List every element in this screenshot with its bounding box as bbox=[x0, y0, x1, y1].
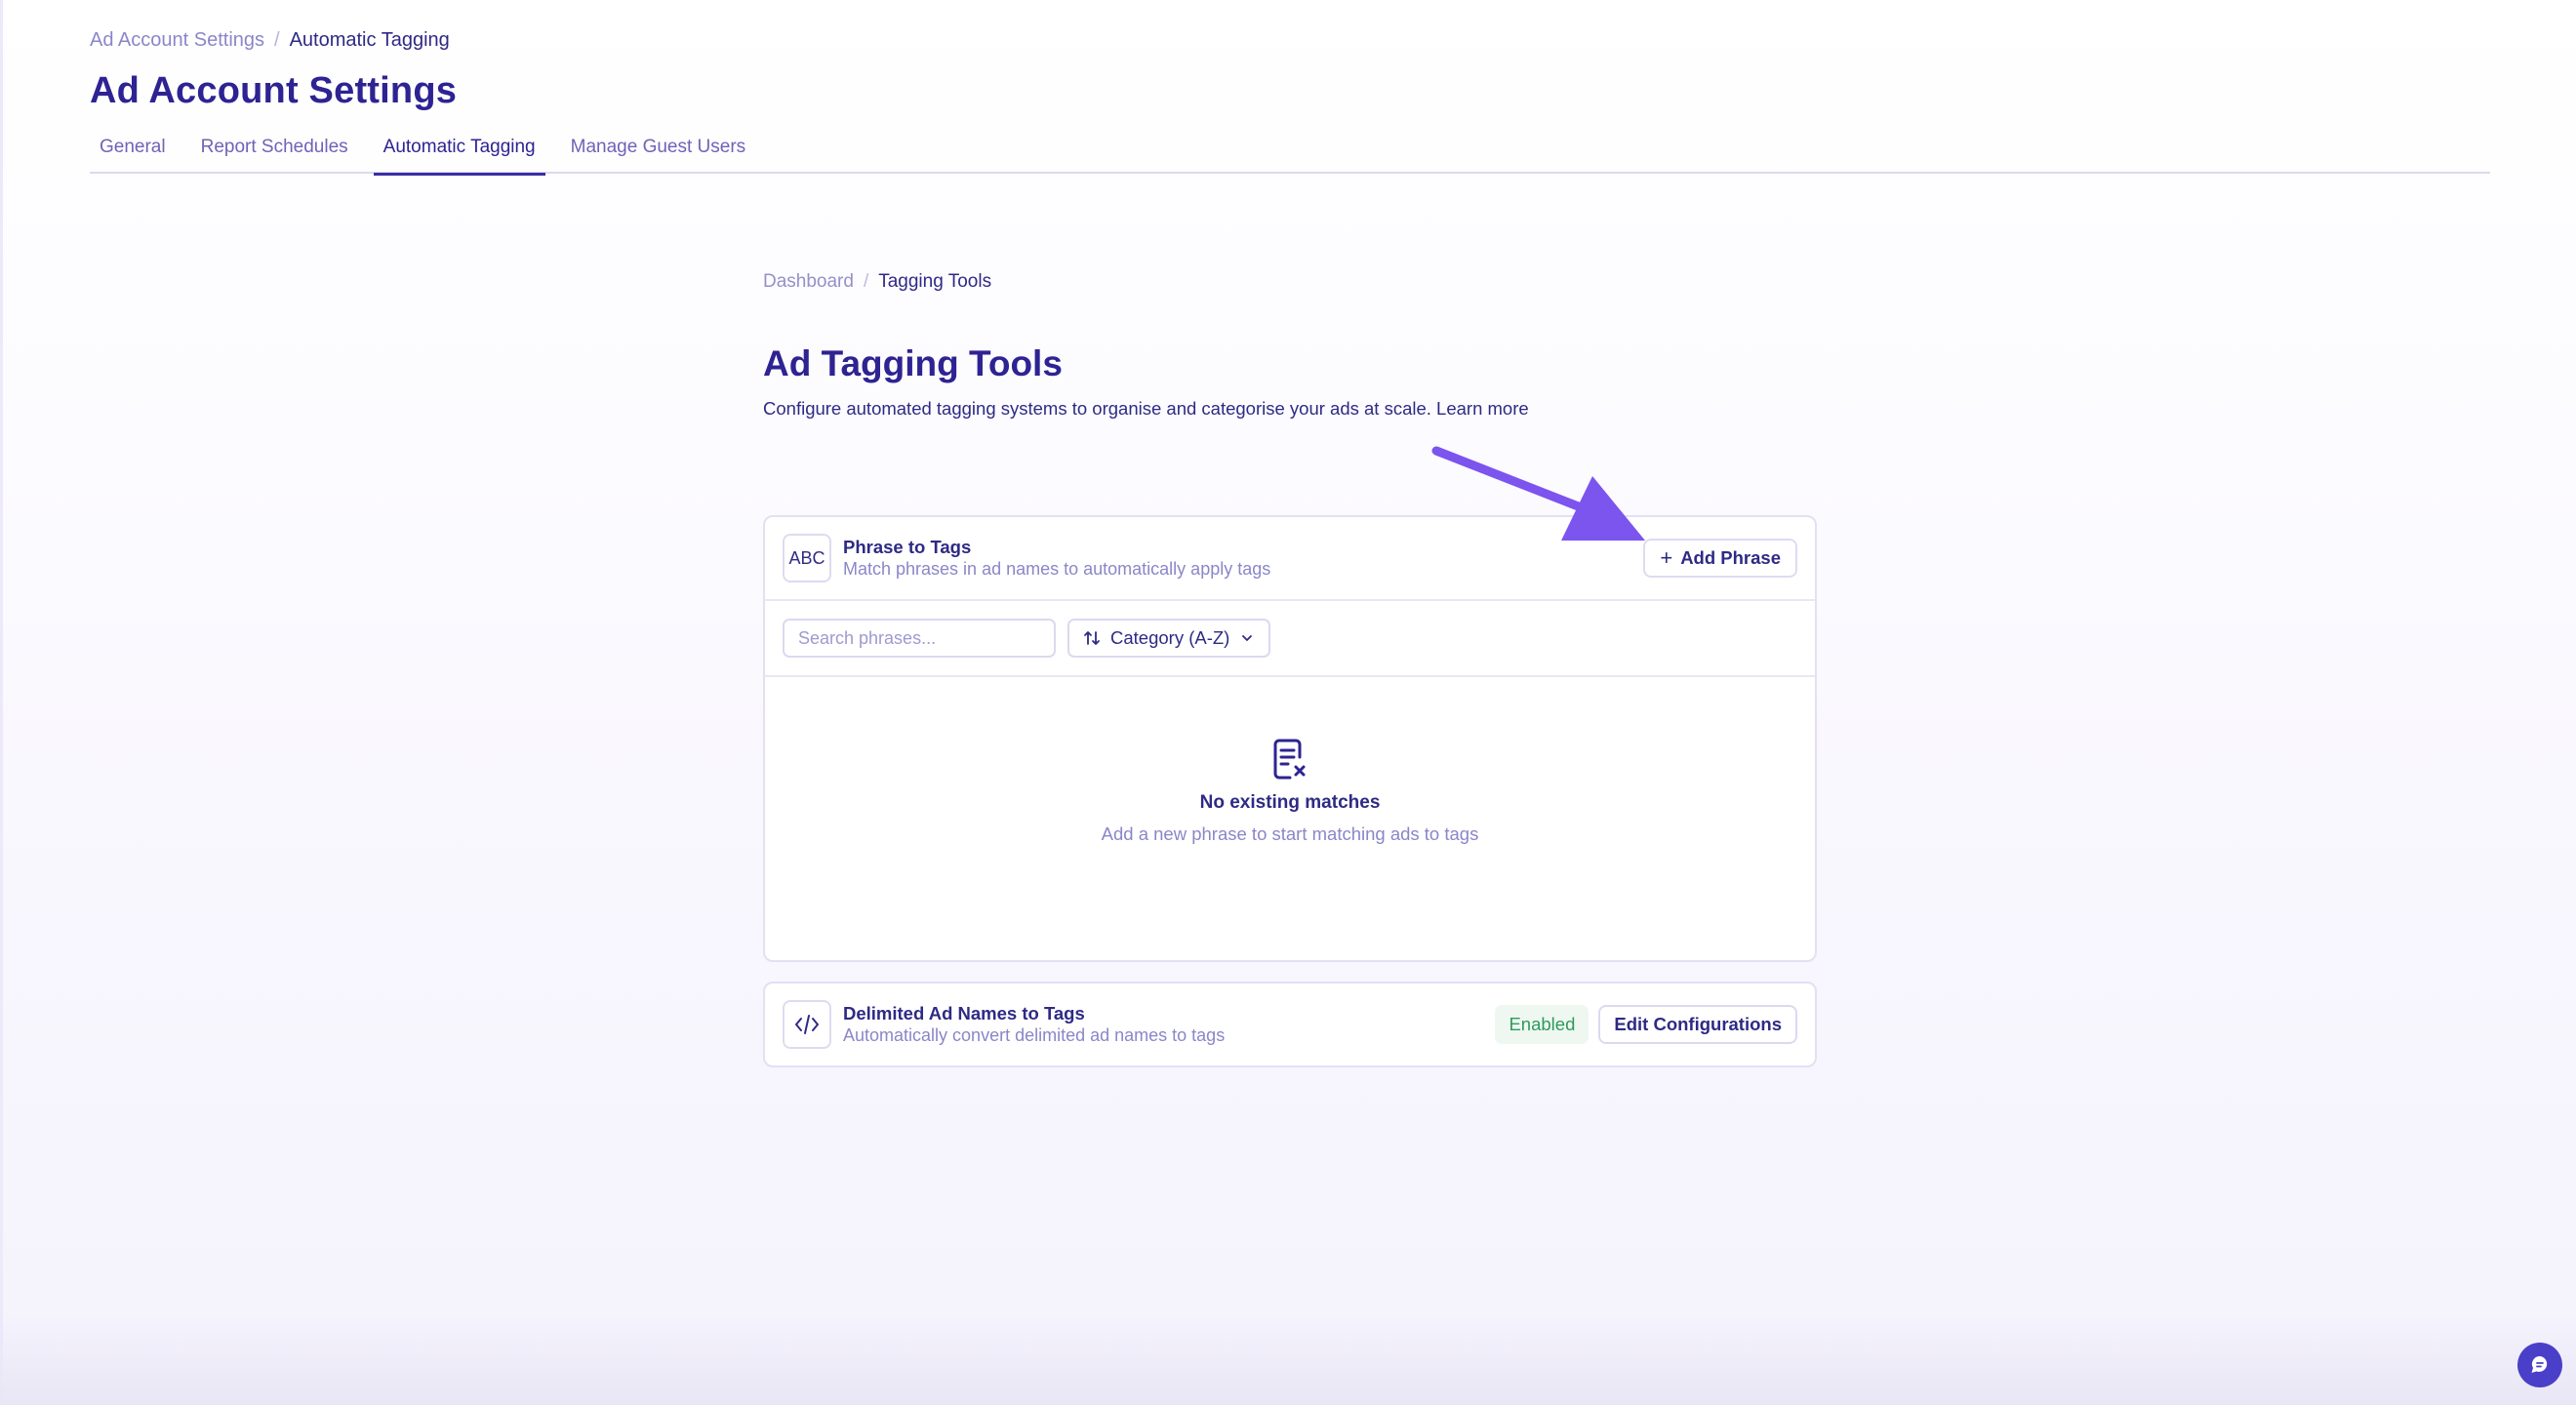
section-breadcrumb: Dashboard / Tagging Tools bbox=[763, 271, 1817, 293]
left-edge bbox=[0, 0, 3, 1405]
top-breadcrumb: Ad Account Settings / Automatic Tagging bbox=[90, 29, 450, 52]
arrow-annotation bbox=[1431, 446, 1645, 541]
edit-configurations-button[interactable]: Edit Configurations bbox=[1598, 1005, 1797, 1044]
breadcrumb-parent-link[interactable]: Ad Account Settings bbox=[90, 29, 264, 52]
breadcrumb-current: Automatic Tagging bbox=[289, 29, 450, 51]
abc-icon: ABC bbox=[783, 534, 831, 582]
filter-row: Category (A-Z) bbox=[765, 601, 1815, 677]
card-title: Phrase to Tags bbox=[843, 537, 972, 557]
code-icon bbox=[783, 1000, 831, 1049]
learn-more-link[interactable]: Learn more bbox=[1436, 398, 1529, 419]
card-subtitle: Automatically convert delimited ad names… bbox=[843, 1025, 1226, 1045]
chat-icon bbox=[2531, 1355, 2548, 1373]
delimited-ad-names-card: Delimited Ad Names to Tags Automatically… bbox=[763, 982, 1817, 1067]
page-title: Ad Account Settings bbox=[90, 70, 458, 111]
empty-subtitle: Add a new phrase to start matching ads t… bbox=[1101, 823, 1479, 844]
code-glyph bbox=[795, 1015, 819, 1034]
tab-general[interactable]: General bbox=[90, 133, 176, 174]
settings-tabs: General Report Schedules Automatic Taggi… bbox=[90, 133, 2490, 176]
chevron-down-icon bbox=[1242, 635, 1253, 641]
breadcrumb-current: Tagging Tools bbox=[878, 271, 992, 292]
breadcrumb-separator: / bbox=[863, 271, 869, 292]
phrase-to-tags-card: ABC Phrase to Tags Match phrases in ad n… bbox=[763, 515, 1817, 962]
search-phrases-input[interactable] bbox=[783, 619, 1056, 658]
section-title: Ad Tagging Tools bbox=[763, 343, 1063, 383]
sort-dropdown[interactable]: Category (A-Z) bbox=[1067, 619, 1271, 658]
tab-automatic-tagging[interactable]: Automatic Tagging bbox=[373, 133, 545, 176]
tab-manage-guest-users[interactable]: Manage Guest Users bbox=[561, 133, 756, 174]
add-phrase-button[interactable]: + Add Phrase bbox=[1643, 539, 1797, 578]
tagging-tools-section: Dashboard / Tagging Tools Ad Tagging Too… bbox=[763, 271, 1817, 1067]
enabled-status-badge: Enabled bbox=[1495, 1005, 1590, 1044]
card-title: Delimited Ad Names to Tags bbox=[843, 1003, 1085, 1024]
sort-label: Category (A-Z) bbox=[1110, 627, 1230, 648]
card-heading: Delimited Ad Names to Tags Automatically… bbox=[843, 1003, 1225, 1046]
chat-widget-button[interactable] bbox=[2517, 1343, 2562, 1387]
description-text: Configure automated tagging systems to o… bbox=[763, 398, 1431, 419]
add-phrase-label: Add Phrase bbox=[1680, 547, 1781, 568]
bottom-shade bbox=[0, 1317, 2576, 1405]
tab-report-schedules[interactable]: Report Schedules bbox=[191, 133, 358, 174]
card-subtitle: Match phrases in ad names to automatical… bbox=[843, 559, 1271, 579]
sort-icon bbox=[1084, 631, 1100, 645]
plus-icon: + bbox=[1660, 545, 1673, 570]
breadcrumb-dashboard-link[interactable]: Dashboard bbox=[763, 271, 854, 293]
empty-title: No existing matches bbox=[1199, 792, 1381, 813]
empty-state: No existing matches Add a new phrase to … bbox=[765, 677, 1815, 845]
section-description: Configure automated tagging systems to o… bbox=[763, 398, 1817, 420]
breadcrumb-separator: / bbox=[274, 29, 280, 51]
document-x-icon bbox=[1273, 739, 1306, 780]
card-heading: Phrase to Tags Match phrases in ad names… bbox=[843, 537, 1270, 580]
